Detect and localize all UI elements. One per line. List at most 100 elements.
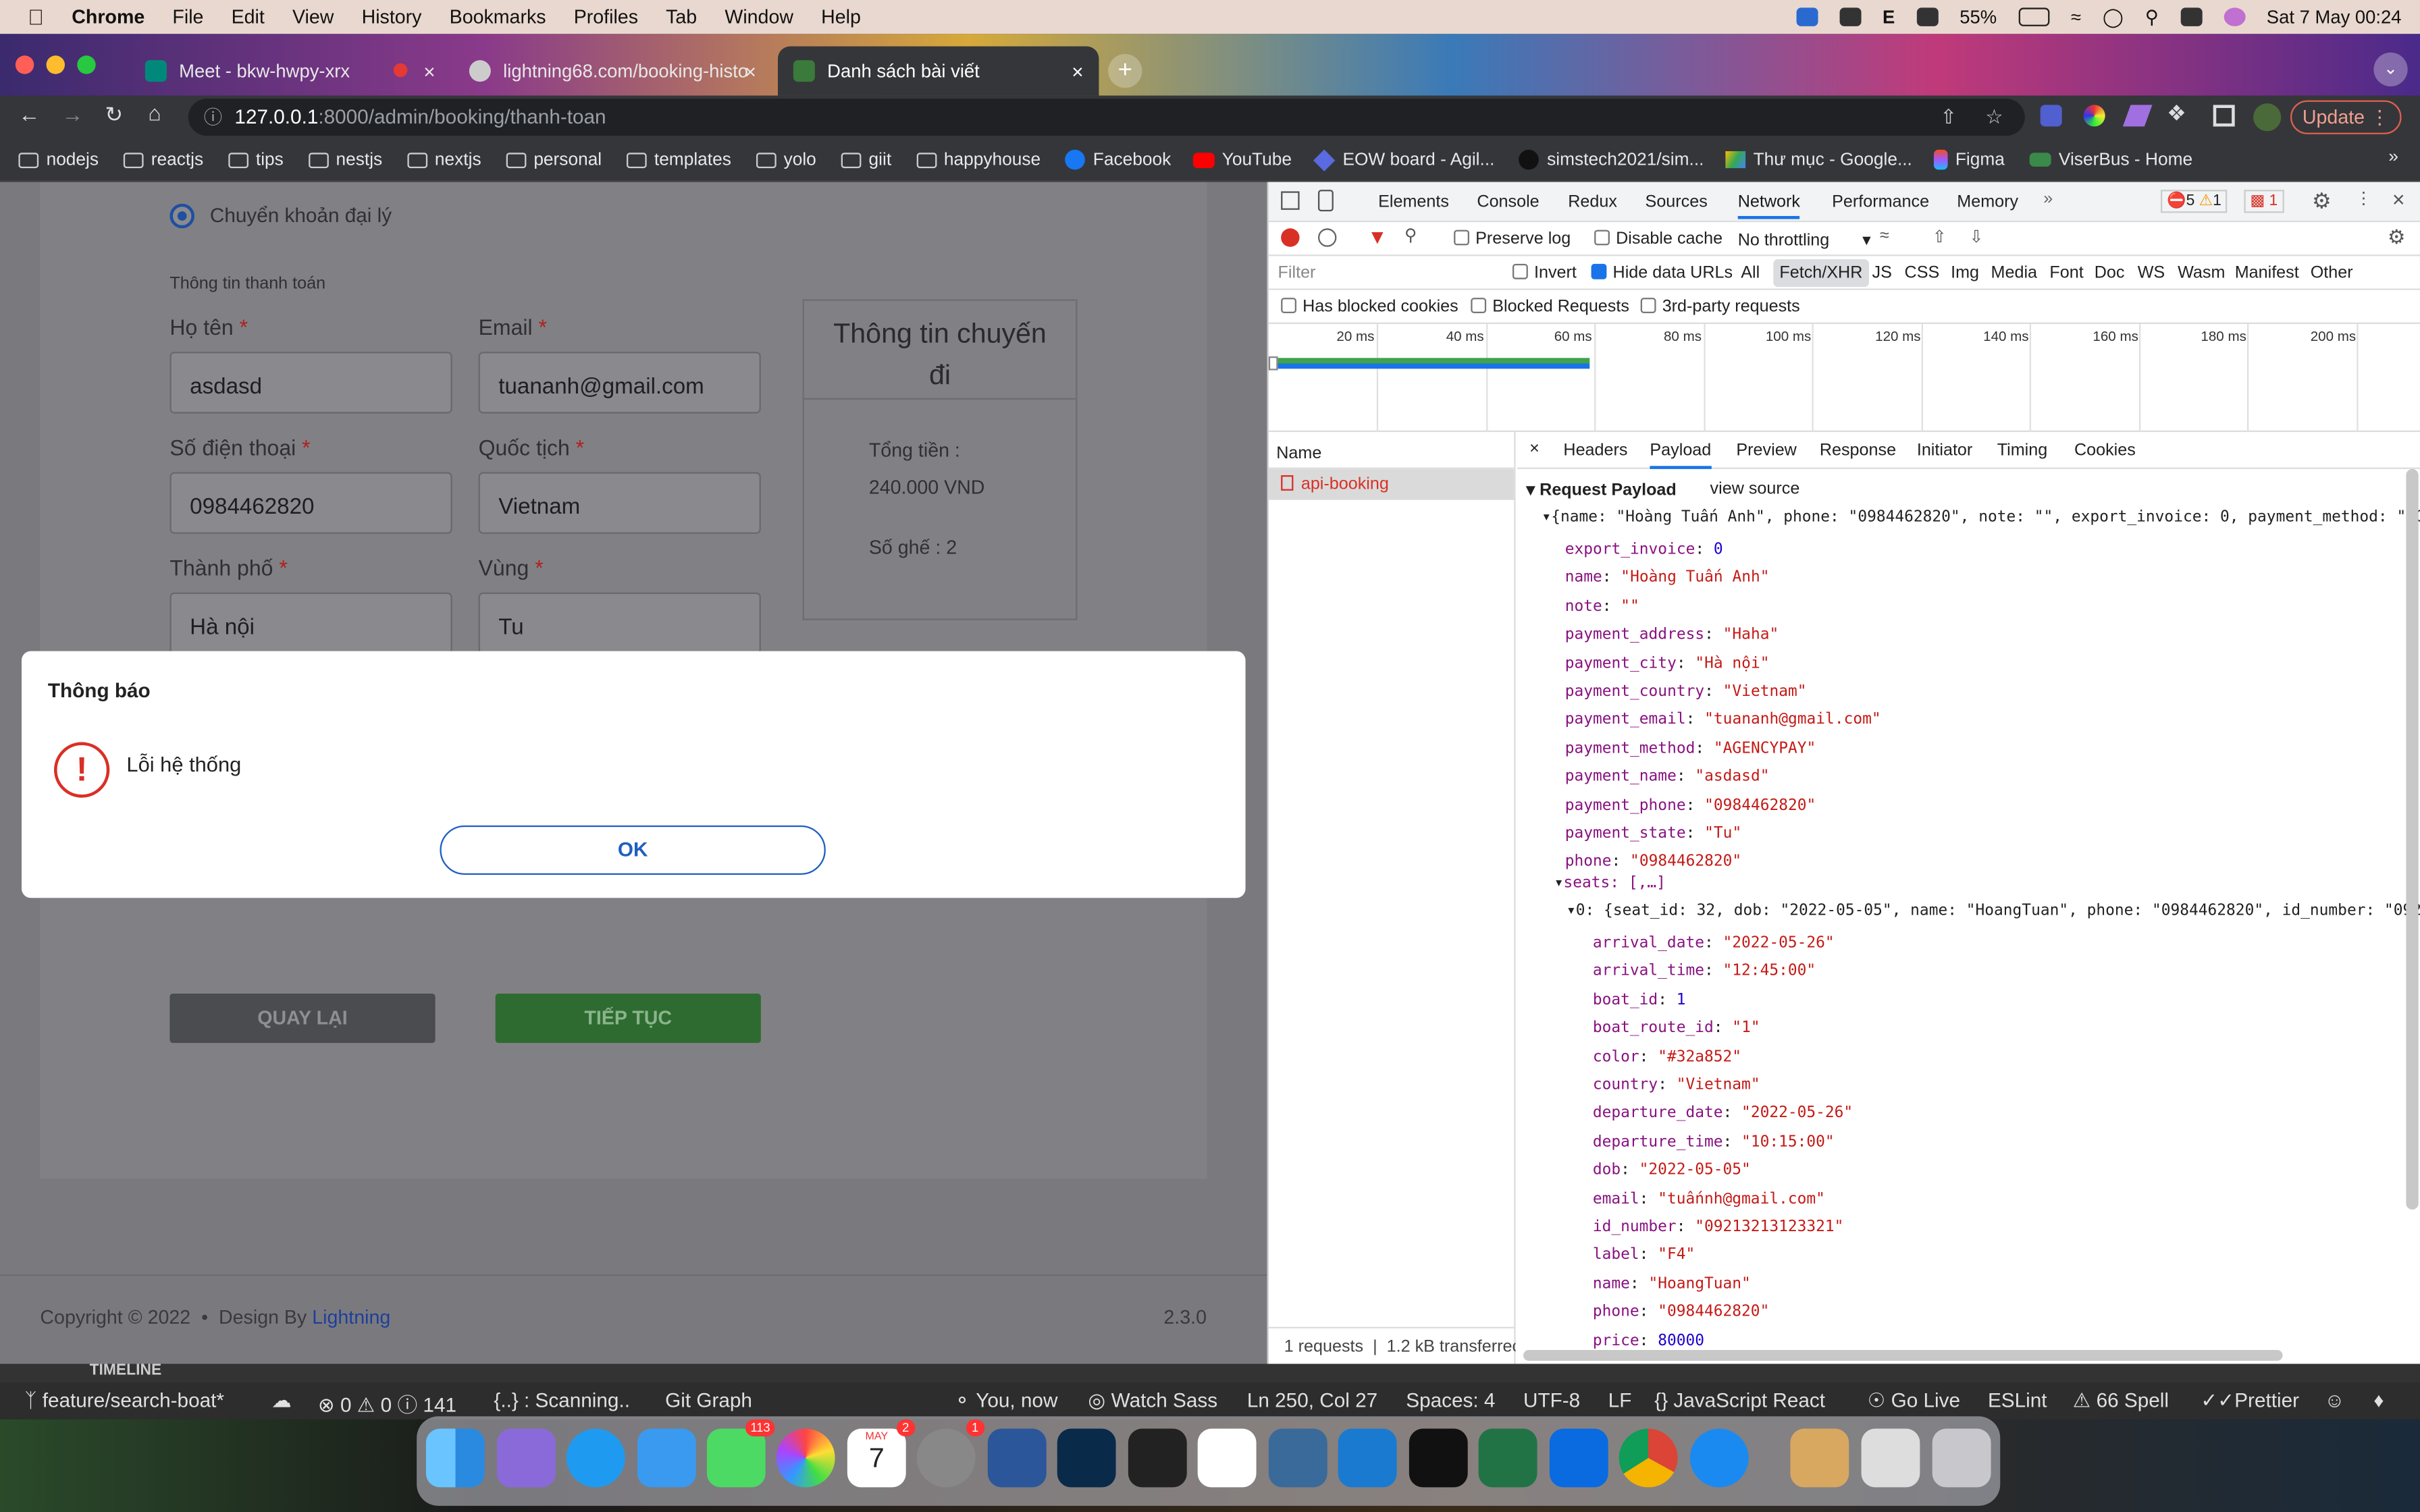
payload-field[interactable]: note: "" [1565, 594, 1881, 622]
address-bar[interactable]: ⓘ 127.0.0.1:8000/admin/booking/thanh-toa… [188, 99, 2025, 136]
network-settings-icon[interactable]: ⚙ [2388, 225, 2406, 250]
filter-type-fetch-xhr[interactable]: Fetch/XHR [1773, 259, 1869, 288]
bookmark-link[interactable]: ViserBus - Home [2029, 151, 2192, 169]
payload-field[interactable]: departure_date: "2022-05-26" [1593, 1101, 1853, 1129]
issues-counter[interactable]: ▩ 1 [2244, 190, 2284, 213]
filter-type-doc[interactable]: Doc [2095, 264, 2125, 282]
menu-edit[interactable]: Edit [232, 6, 265, 28]
bookmark-folder[interactable]: yolo [756, 151, 816, 169]
close-detail-icon[interactable]: × [1529, 439, 1540, 458]
payload-field[interactable]: color: "#32a852" [1593, 1044, 1853, 1073]
site-info-icon[interactable]: ⓘ [204, 99, 222, 136]
menu-bookmarks[interactable]: Bookmarks [450, 6, 546, 28]
payload-section-header[interactable]: ▾ Request Payload [1527, 480, 1677, 500]
devtools-settings-icon[interactable]: ⚙ [2312, 188, 2332, 215]
next-button[interactable]: TIẾP TỤC [495, 993, 761, 1044]
profile-avatar[interactable] [2253, 103, 2282, 132]
horizontal-scrollbar[interactable] [1523, 1349, 2283, 1361]
payload-field[interactable]: id_number: "09213213123321" [1593, 1214, 1853, 1243]
tab-lightning68[interactable]: lightning68.com/booking-histo × [454, 47, 772, 96]
keyboard-icon[interactable] [1916, 7, 1939, 26]
close-window-button[interactable] [15, 55, 34, 74]
language-mode[interactable]: {} JavaScript React [1654, 1388, 1825, 1411]
devtools-menu-icon[interactable]: ⋮ [2355, 188, 2372, 208]
filter-input[interactable]: Filter [1278, 264, 1316, 282]
minimize-window-button[interactable] [46, 55, 65, 74]
inspect-element-icon[interactable] [1281, 191, 1300, 210]
line-ending[interactable]: LF [1608, 1388, 1632, 1411]
bookmark-link[interactable]: Figma [1933, 149, 2005, 170]
payload-field[interactable]: payment_city: "Hà nội" [1565, 651, 1881, 679]
request-row[interactable]: api-booking [1268, 468, 1515, 500]
detail-tab-headers[interactable]: Headers [1563, 441, 1627, 460]
region-input[interactable]: Tu [478, 592, 761, 655]
clear-icon[interactable] [1317, 228, 1337, 247]
git-blame[interactable]: ⚬ You, now [954, 1388, 1058, 1413]
calendar-icon[interactable]: MAY 7 2 [847, 1419, 916, 1488]
wifi-icon[interactable]: ≈ [2071, 6, 2081, 28]
more-bookmarks-icon[interactable]: » [2388, 148, 2398, 166]
user-icon[interactable]: ◯ [2103, 6, 2124, 28]
sync-icon[interactable]: ☁ [271, 1388, 292, 1413]
payload-field[interactable]: name: "HoangTuan" [1593, 1271, 1853, 1299]
menubar-app-name[interactable]: Chrome [72, 6, 144, 28]
bookmark-folder[interactable]: nodejs [18, 151, 99, 169]
name-column-header[interactable]: Name [1268, 432, 1515, 469]
payload-field[interactable]: name: "Hoàng Tuấn Anh" [1565, 565, 1881, 593]
payload-field[interactable]: label: "F4" [1593, 1243, 1853, 1271]
home-icon[interactable]: ⌂ [148, 101, 161, 126]
agency-transfer-radio[interactable] [169, 203, 194, 229]
reload-icon[interactable]: ↻ [105, 102, 123, 128]
ok-button[interactable]: OK [440, 825, 826, 875]
devtools-tab-console[interactable]: Console [1477, 193, 1539, 211]
more-tabs-icon[interactable]: » [2043, 190, 2053, 208]
payload-field[interactable]: boat_id: 1 [1593, 987, 1853, 1015]
error-warning-counter[interactable]: ⛔5 ⚠1 [2160, 190, 2228, 213]
seat-0-node[interactable]: ▾0: {seat_id: 32, dob: "2022-05-05", nam… [1567, 902, 2420, 919]
forward-arrow-icon[interactable]: → [61, 102, 83, 127]
preserve-log-checkbox[interactable]: Preserve log [1454, 230, 1571, 248]
extension-d-icon[interactable] [2040, 105, 2062, 127]
archive-utility-icon[interactable] [1790, 1428, 1849, 1488]
teamviewer-dock-icon[interactable] [1689, 1428, 1749, 1488]
chrome-icon[interactable] [1619, 1428, 1678, 1488]
payload-field[interactable]: export_invoice: 0 [1565, 537, 1881, 565]
terminal-icon[interactable] [1128, 1428, 1187, 1488]
payload-field[interactable]: payment_state: "Tu" [1565, 821, 1881, 849]
word-icon[interactable] [987, 1428, 1047, 1488]
filter-type-media[interactable]: Media [1991, 264, 2037, 282]
disable-cache-checkbox[interactable]: Disable cache [1594, 230, 1722, 248]
mysql-workbench-icon[interactable] [1268, 1428, 1327, 1488]
feather-extension-icon[interactable] [2122, 105, 2153, 127]
messages-status-icon[interactable] [1839, 7, 1861, 26]
indentation[interactable]: Spaces: 4 [1406, 1388, 1495, 1411]
menu-profiles[interactable]: Profiles [574, 6, 638, 28]
invert-checkbox[interactable]: Invert [1512, 263, 1577, 282]
filter-type-manifest[interactable]: Manifest [2235, 264, 2299, 282]
export-har-icon[interactable]: ⇩ [1970, 227, 1984, 246]
bookmark-folder[interactable]: templates [626, 151, 731, 169]
bookmark-star-icon[interactable]: ☆ [1985, 99, 2003, 136]
filter-type-font[interactable]: Font [2049, 264, 2083, 282]
excel-icon[interactable] [1478, 1428, 1537, 1488]
devtools-tab-sources[interactable]: Sources [1646, 193, 1708, 211]
payload-field[interactable]: dob: "2022-05-05" [1593, 1158, 1853, 1186]
view-source-link[interactable]: view source [1710, 480, 1800, 498]
email-input[interactable]: tuananh@gmail.com [478, 352, 761, 414]
eslint-status[interactable]: ESLint [1988, 1388, 2047, 1411]
detail-tab-preview[interactable]: Preview [1736, 441, 1796, 460]
vertical-scrollbar[interactable] [2406, 468, 2419, 1210]
detail-tab-response[interactable]: Response [1820, 441, 1896, 460]
payload-field[interactable]: payment_method: "AGENCYPAY" [1565, 736, 1881, 764]
import-har-icon[interactable]: ⇧ [1932, 227, 1947, 246]
safari-icon[interactable] [566, 1428, 625, 1488]
search-icon[interactable]: ⚲ [1404, 225, 1417, 245]
activity-monitor-icon[interactable] [1409, 1428, 1468, 1488]
devtools-tab-redux[interactable]: Redux [1568, 193, 1617, 211]
bookmark-folder[interactable]: happyhouse [916, 151, 1041, 169]
payload-field[interactable]: phone: "0984462820" [1565, 849, 1881, 878]
messages-icon[interactable]: 113 [706, 1419, 775, 1488]
tab-search-icon[interactable]: ⌄ [2373, 52, 2408, 86]
zoom-window-button[interactable] [77, 55, 96, 74]
detail-tab-timing[interactable]: Timing [1997, 441, 2048, 460]
